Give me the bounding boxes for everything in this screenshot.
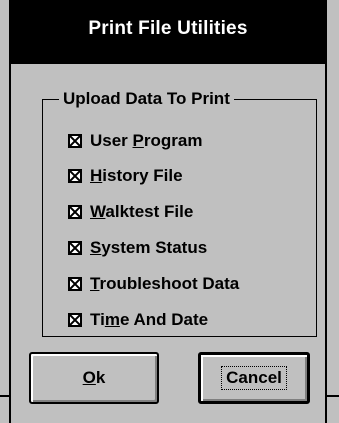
x-check-icon bbox=[70, 279, 80, 289]
window-frame-left bbox=[0, 0, 11, 423]
checkbox-label-time-and-date: Time And Date bbox=[90, 310, 209, 329]
checkbox-label-history-file: History File bbox=[90, 166, 183, 185]
x-check-icon bbox=[70, 243, 80, 253]
x-check-icon bbox=[70, 136, 80, 146]
checkbox-troubleshoot-data[interactable]: Troubleshoot Data bbox=[68, 273, 239, 295]
ok-button[interactable]: Ok bbox=[29, 352, 159, 404]
print-file-utilities-dialog: Print File Utilities Upload Data To Prin… bbox=[0, 0, 339, 423]
checkbox-user-program[interactable]: User Program bbox=[68, 130, 202, 152]
checkbox-label-walktest-file: Walktest File bbox=[90, 202, 194, 221]
checkbox-label-troubleshoot-data: Troubleshoot Data bbox=[90, 274, 240, 293]
checkbox-box[interactable] bbox=[68, 313, 82, 327]
checkbox-history-file[interactable]: History File bbox=[68, 165, 183, 187]
checkbox-box[interactable] bbox=[68, 169, 82, 183]
x-check-icon bbox=[70, 315, 80, 325]
checkbox-label-system-status: System Status bbox=[90, 238, 208, 257]
checkbox-time-and-date[interactable]: Time And Date bbox=[68, 309, 208, 331]
cancel-button-label: Cancel bbox=[221, 366, 287, 390]
groupbox-label: Upload Data To Print bbox=[59, 89, 234, 109]
checkbox-system-status[interactable]: System Status bbox=[68, 237, 207, 259]
checkbox-box[interactable] bbox=[68, 241, 82, 255]
x-check-icon bbox=[70, 207, 80, 217]
cancel-button[interactable]: Cancel bbox=[198, 352, 310, 404]
window-frame-right bbox=[325, 0, 339, 423]
title-bar[interactable]: Print File Utilities bbox=[11, 0, 325, 64]
checkbox-walktest-file[interactable]: Walktest File bbox=[68, 201, 193, 223]
checkbox-label-user-program: User Program bbox=[90, 131, 203, 150]
x-check-icon bbox=[70, 171, 80, 181]
checkbox-box[interactable] bbox=[68, 205, 82, 219]
checkbox-box[interactable] bbox=[68, 134, 82, 148]
dialog-title: Print File Utilities bbox=[88, 18, 248, 39]
checkbox-box[interactable] bbox=[68, 277, 82, 291]
ok-button-label: Ok bbox=[82, 368, 106, 387]
